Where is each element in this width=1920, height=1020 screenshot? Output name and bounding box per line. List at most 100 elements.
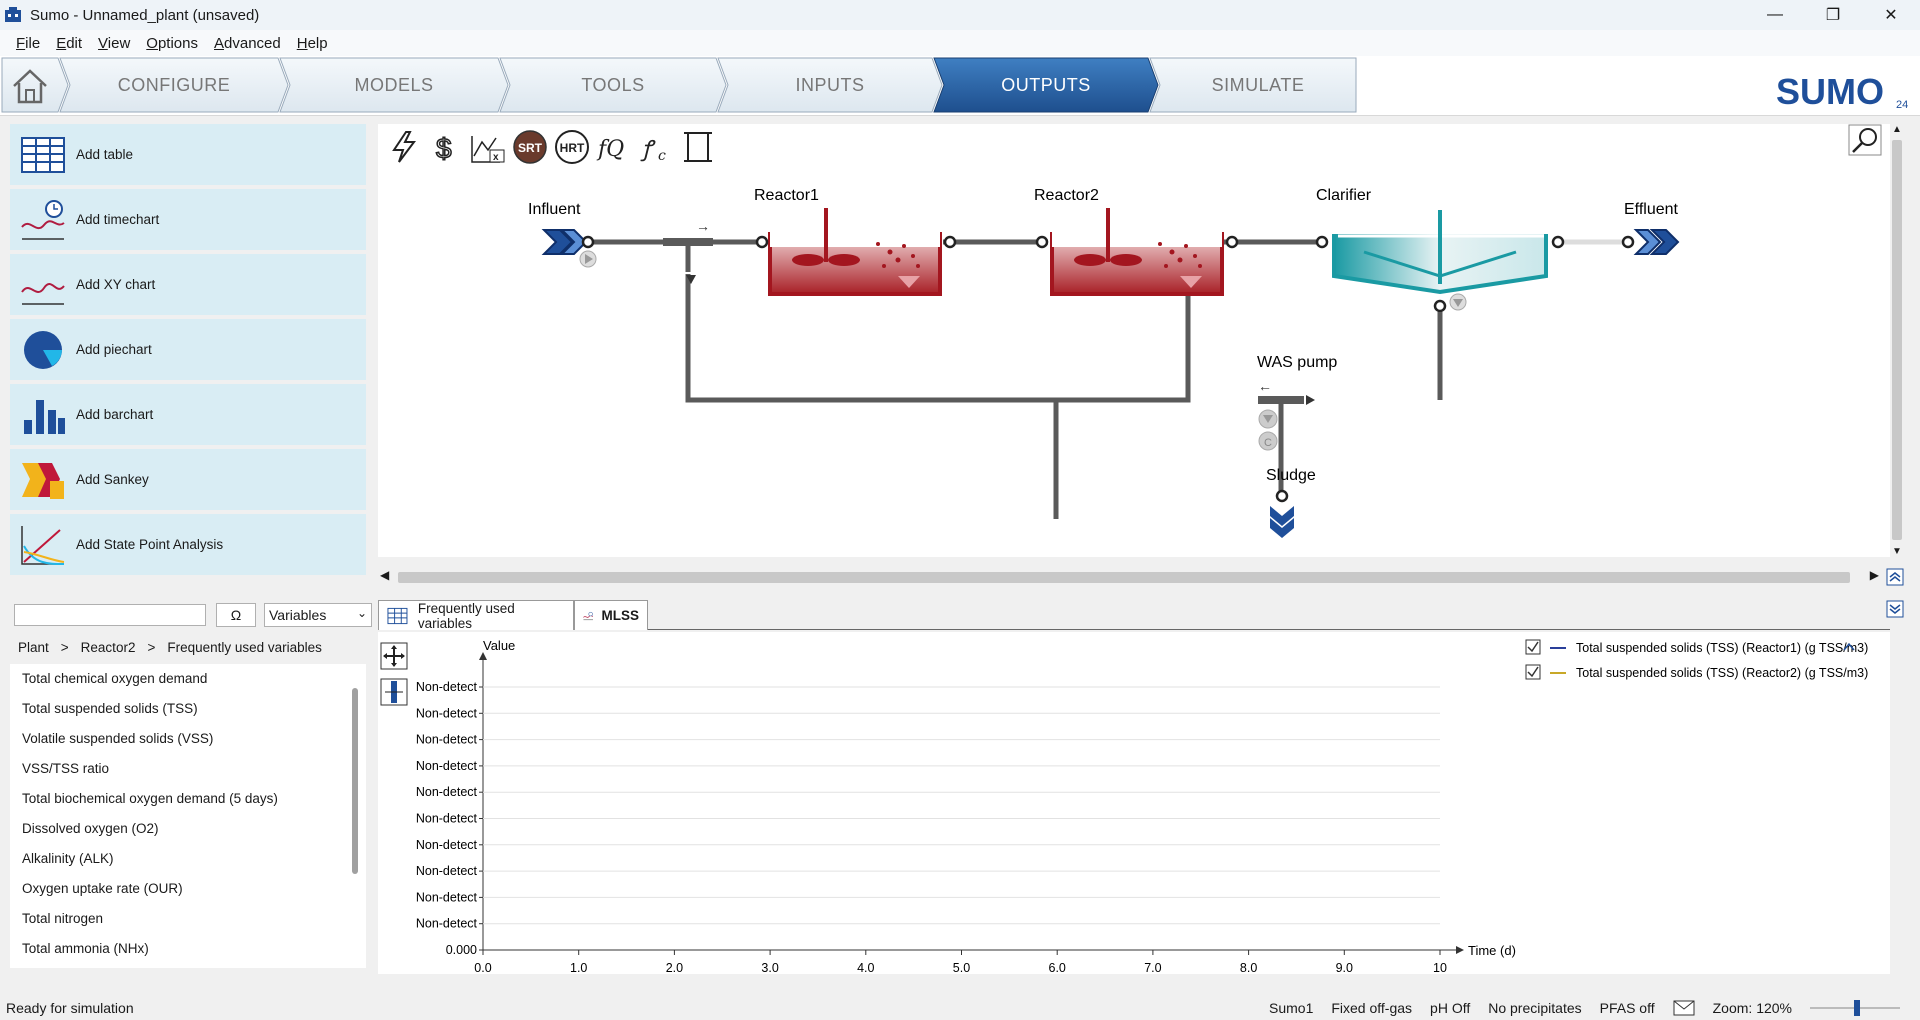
add-table-button[interactable]: Add table: [10, 124, 366, 185]
x-tick-label: 8.0: [1240, 961, 1257, 974]
y-tick-label: Non-detect: [416, 785, 478, 799]
y-tick-label: Non-detect: [416, 733, 478, 747]
x-tick-label: 9.0: [1336, 961, 1353, 974]
close-button[interactable]: ✕: [1862, 0, 1920, 30]
x-tick-label: 3.0: [761, 961, 778, 974]
reactor2-label: Reactor2: [1034, 187, 1099, 204]
xy-chart-icon: [21, 282, 65, 305]
vertical-scroll-thumb[interactable]: [1892, 140, 1902, 540]
plant-diagram[interactable]: $ x SRT HRT fQ ꝭc → Influent Reactor1 Re…: [378, 124, 1890, 557]
menu-view[interactable]: View: [90, 35, 138, 52]
breadcrumb-current[interactable]: Frequently used variables: [167, 640, 322, 655]
list-item[interactable]: Volatile suspended solids (VSS): [10, 724, 366, 754]
status-ph[interactable]: pH Off: [1430, 1000, 1470, 1016]
piechart-icon: [24, 330, 62, 369]
y-tick-label: Non-detect: [416, 917, 478, 931]
app-icon: [5, 7, 21, 22]
list-item[interactable]: Total biochemical oxygen demand (5 days): [10, 784, 366, 814]
add-timechart-button[interactable]: Add timechart: [10, 189, 366, 250]
output-add-panel: Add table Add timechart Add XY chart Add…: [10, 124, 366, 581]
y-tick-label: Non-detect: [416, 706, 478, 720]
breadcrumb: Plant > Reactor2 > Frequently used varia…: [18, 640, 322, 655]
list-item[interactable]: Oxygen uptake rate (OUR): [10, 874, 366, 904]
tab-configure[interactable]: CONFIGURE: [70, 58, 278, 112]
list-item[interactable]: Alkalinity (ALK): [10, 844, 366, 874]
clarifier-unit: [1315, 210, 1565, 400]
sludge-label: Sludge: [1266, 467, 1316, 484]
y-axis-arrow: [479, 652, 487, 660]
reactor2-unit: [1035, 208, 1239, 296]
x-axis-arrow: [1456, 946, 1464, 954]
x-tick-label: 6.0: [1049, 961, 1066, 974]
add-xy-chart-button[interactable]: Add XY chart: [10, 254, 366, 315]
status-message: Ready for simulation: [6, 1000, 134, 1016]
menu-file[interactable]: File: [8, 35, 48, 52]
scroll-down-icon[interactable]: ▼: [1892, 546, 1902, 557]
list-item[interactable]: Total ammonia (NHx): [10, 934, 366, 964]
sumo-logo: SUMO 24: [1772, 60, 1912, 112]
minimize-button[interactable]: —: [1746, 0, 1804, 30]
x-tick-label: 2.0: [666, 961, 683, 974]
diagram-vertical-scrollbar[interactable]: ▲ ▼: [1890, 124, 1904, 560]
add-piechart-button[interactable]: Add piechart: [10, 319, 366, 380]
zoom-slider[interactable]: [1810, 1000, 1900, 1016]
mlss-timechart[interactable]: Value Time (d) 0.000 Non-detect Non-detect No…: [378, 632, 1890, 974]
breadcrumb-reactor2[interactable]: Reactor2: [81, 640, 136, 655]
y-tick-label: Non-detect: [416, 680, 478, 694]
y-tick-label: Non-detect: [416, 864, 478, 878]
mail-icon[interactable]: [1673, 1000, 1695, 1016]
tab-models[interactable]: MODELS: [290, 58, 498, 112]
add-sankey-button[interactable]: Add Sankey: [10, 449, 366, 510]
reactor1-label: Reactor1: [754, 187, 819, 204]
status-precipitates[interactable]: No precipitates: [1488, 1000, 1581, 1016]
logo-version: 24: [1896, 99, 1908, 110]
expand-up-icon[interactable]: [1886, 568, 1904, 586]
variable-search-input[interactable]: [14, 604, 206, 626]
list-item[interactable]: VSS/TSS ratio: [10, 754, 366, 784]
list-item[interactable]: Total chemical oxygen demand: [10, 664, 366, 694]
home-icon[interactable]: [10, 66, 50, 106]
omega-button[interactable]: Ω: [216, 603, 256, 627]
breadcrumb-plant[interactable]: Plant: [18, 640, 49, 655]
variable-search-bar: Ω Variables ⌄: [10, 600, 372, 630]
scroll-left-icon[interactable]: ◀: [380, 568, 389, 582]
tab-frequently-used-variables[interactable]: Frequently used variables: [378, 600, 574, 631]
restore-button[interactable]: ❐: [1804, 0, 1862, 30]
scroll-right-icon[interactable]: ▶: [1870, 568, 1879, 582]
zoom-level: Zoom: 120%: [1712, 1000, 1792, 1016]
breadcrumb-separator: >: [147, 640, 156, 655]
variables-select[interactable]: Variables ⌄: [264, 603, 372, 627]
menu-options[interactable]: Options: [138, 35, 206, 52]
chart-svg: Value Time (d) 0.000 Non-detect Non-detect No…: [416, 638, 1868, 974]
menu-edit[interactable]: Edit: [48, 35, 90, 52]
tab-mlss[interactable]: MLSS: [574, 600, 648, 630]
list-item[interactable]: Dissolved oxygen (O2): [10, 814, 366, 844]
tab-inputs[interactable]: INPUTS: [728, 58, 932, 112]
variable-list-scroll-thumb[interactable]: [352, 688, 358, 874]
was-pump-label: WAS pump: [1257, 354, 1337, 371]
list-item[interactable]: Total nitrogen: [10, 904, 366, 934]
status-model[interactable]: Sumo1: [1269, 1000, 1313, 1016]
status-offgas[interactable]: Fixed off-gas: [1331, 1000, 1412, 1016]
tab-outputs[interactable]: OUTPUTS: [944, 58, 1148, 112]
diagram-horizontal-scrollbar[interactable]: ◀ ▶: [378, 568, 1881, 586]
breadcrumb-separator: >: [60, 640, 69, 655]
status-bar: Ready for simulation Sumo1 Fixed off-gas…: [0, 996, 1920, 1020]
menu-help[interactable]: Help: [289, 35, 336, 52]
menu-advanced[interactable]: Advanced: [206, 35, 289, 52]
menu-bar: File Edit View Options Advanced Help: [0, 30, 1920, 56]
variable-list: Total chemical oxygen demand Total suspe…: [10, 664, 366, 968]
scroll-up-icon[interactable]: ▲: [1892, 124, 1902, 135]
tab-simulate[interactable]: SIMULATE: [1160, 58, 1356, 112]
zoom-slider-thumb[interactable]: [1854, 1000, 1860, 1016]
add-state-point-analysis-button[interactable]: Add State Point Analysis: [10, 514, 366, 575]
clarifier-label: Clarifier: [1316, 187, 1372, 204]
reactor1-unit: [755, 208, 957, 296]
status-pfas[interactable]: PFAS off: [1600, 1000, 1655, 1016]
horizontal-scroll-thumb[interactable]: [398, 572, 1850, 583]
svg-text:←: ←: [1258, 378, 1272, 394]
effluent-unit: [1621, 229, 1680, 255]
tab-tools[interactable]: TOOLS: [510, 58, 716, 112]
add-barchart-button[interactable]: Add barchart: [10, 384, 366, 445]
list-item[interactable]: Total suspended solids (TSS): [10, 694, 366, 724]
